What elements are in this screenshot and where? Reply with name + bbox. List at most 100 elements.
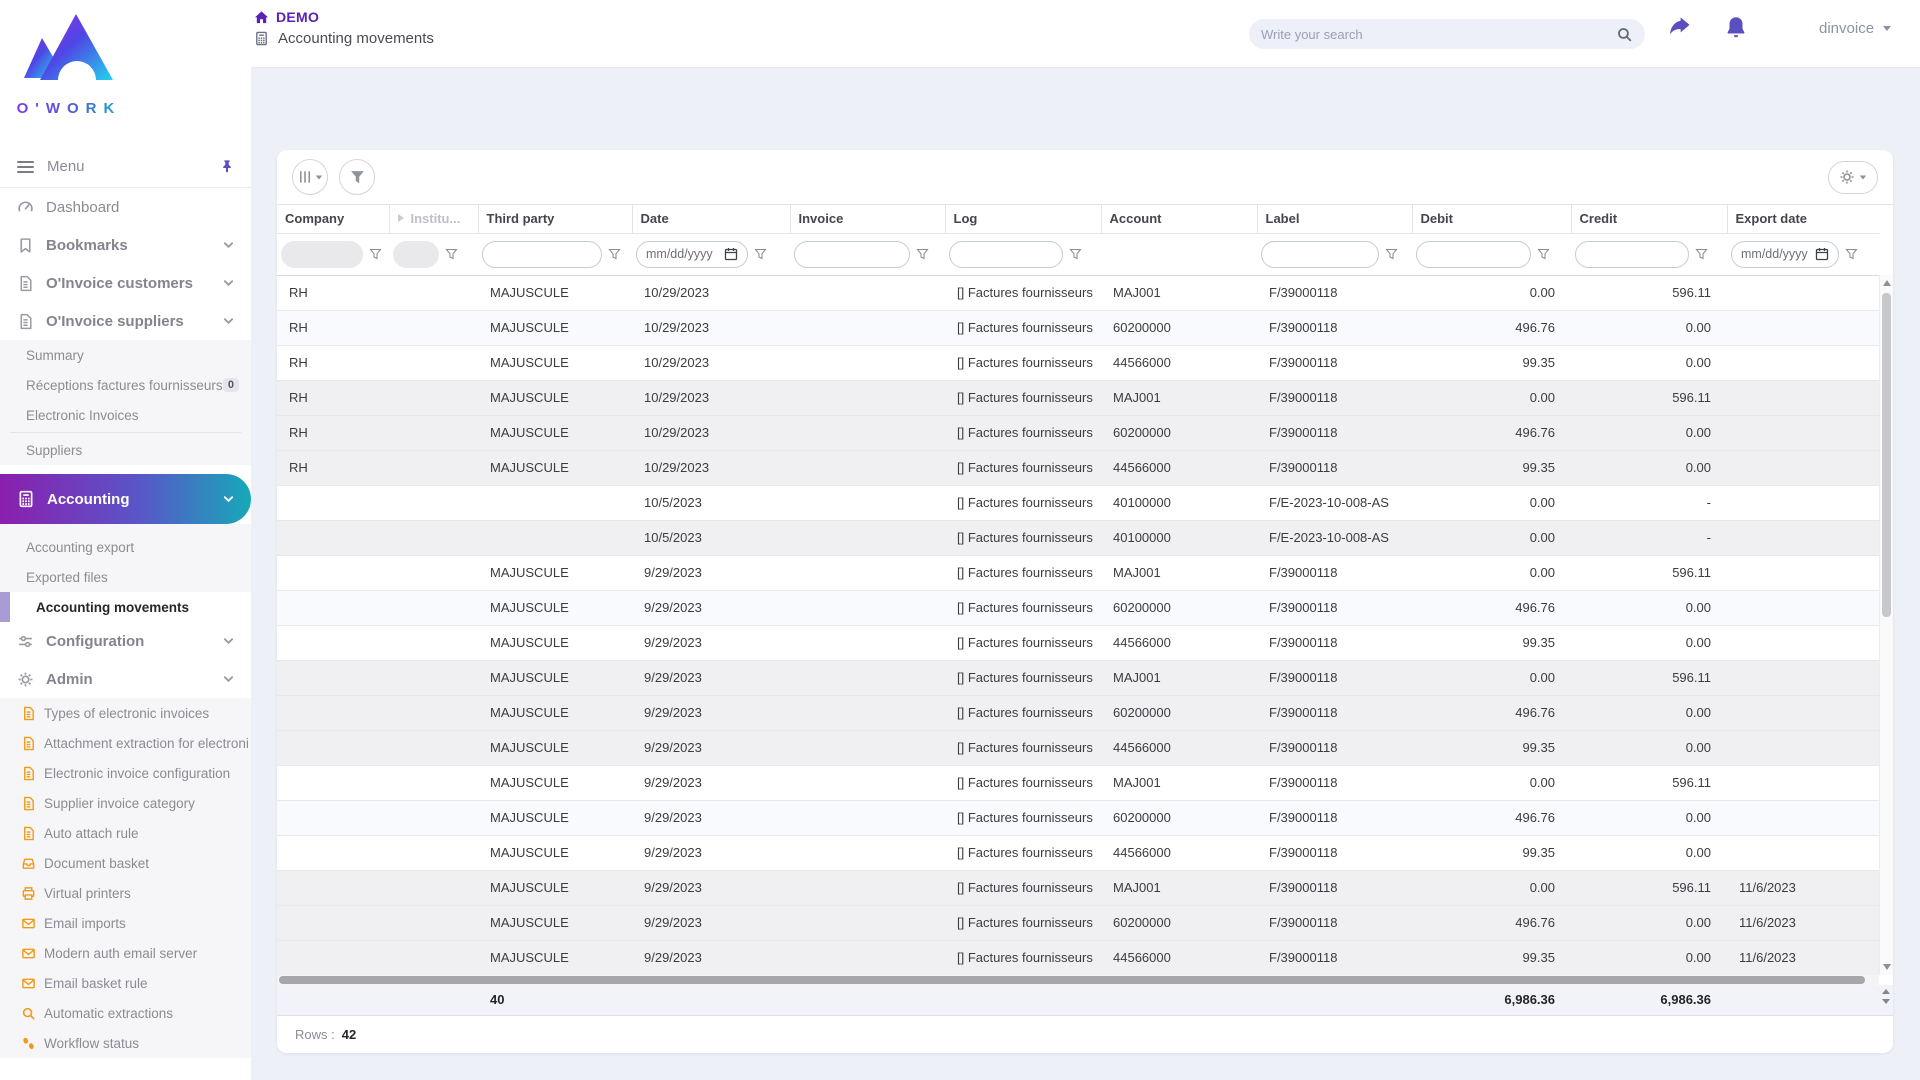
- filter-funnel-icon[interactable]: [1385, 248, 1398, 261]
- filter-funnel-icon[interactable]: [369, 248, 382, 261]
- table-row[interactable]: RH MAJUSCULE 10/29/2023 [] Factures four…: [277, 275, 1879, 311]
- breadcrumb-page: Accounting movements: [254, 30, 434, 47]
- filter-button[interactable]: [339, 159, 375, 195]
- calendar-icon[interactable]: [1815, 247, 1829, 261]
- notifications-button[interactable]: [1723, 14, 1749, 40]
- filter-funnel-icon[interactable]: [445, 248, 458, 261]
- breadcrumb-app[interactable]: DEMO: [254, 9, 434, 25]
- sidebar-item-configuration[interactable]: Configuration: [0, 622, 251, 660]
- scrollbar-thumb[interactable]: [1882, 293, 1891, 617]
- filter-input-invoice[interactable]: [804, 247, 900, 261]
- table-row[interactable]: MAJUSCULE 9/29/2023 [] Factures fourniss…: [277, 695, 1879, 731]
- filter-date-input[interactable]: [1741, 247, 1811, 261]
- table-row[interactable]: MAJUSCULE 9/29/2023 [] Factures fourniss…: [277, 555, 1879, 591]
- sidebar-item-suppliers[interactable]: Suppliers: [0, 435, 251, 465]
- sidebar-item-receptions[interactable]: Réceptions factures fournisseurs 0: [0, 370, 251, 400]
- calendar-icon[interactable]: [724, 247, 738, 261]
- sidebar-item-oinvoice-customers[interactable]: O'Invoice customers: [0, 264, 251, 302]
- table-row[interactable]: MAJUSCULE 9/29/2023 [] Factures fourniss…: [277, 905, 1879, 941]
- column-header-invoice[interactable]: Invoice: [790, 205, 946, 234]
- sidebar-item-dashboard[interactable]: Dashboard: [0, 188, 251, 226]
- filter-input-third-party[interactable]: [492, 247, 592, 261]
- pin-sidebar-icon[interactable]: [220, 159, 234, 174]
- table-row[interactable]: MAJUSCULE 9/29/2023 [] Factures fourniss…: [277, 765, 1879, 801]
- table-row[interactable]: MAJUSCULE 9/29/2023 [] Factures fourniss…: [277, 800, 1879, 836]
- sidebar-item-electronic-invoice-configuration[interactable]: Electronic invoice configuration: [0, 758, 251, 788]
- table-row[interactable]: RH MAJUSCULE 10/29/2023 [] Factures four…: [277, 415, 1879, 451]
- scroll-up-arrow-icon[interactable]: [1882, 989, 1890, 994]
- settings-button[interactable]: [1828, 160, 1878, 194]
- totals-scroll-arrows[interactable]: [1882, 989, 1890, 1004]
- column-header-log[interactable]: Log: [945, 205, 1102, 234]
- sidebar-item-accounting[interactable]: Accounting: [0, 474, 251, 524]
- sidebar-item-types-electronic-invoices[interactable]: Types of electronic invoices: [0, 698, 251, 728]
- menu-toggle[interactable]: Menu: [0, 146, 251, 188]
- table-row[interactable]: MAJUSCULE 9/29/2023 [] Factures fourniss…: [277, 625, 1879, 661]
- table-row[interactable]: 10/5/2023 [] Factures fournisseurs 40100…: [277, 520, 1879, 556]
- sidebar-item-admin[interactable]: Admin: [0, 660, 251, 698]
- table-row[interactable]: MAJUSCULE 9/29/2023 [] Factures fourniss…: [277, 940, 1879, 976]
- triangle-right-icon[interactable]: [397, 214, 404, 223]
- sidebar-item-oinvoice-suppliers[interactable]: O'Invoice suppliers: [0, 302, 251, 340]
- sidebar-item-modern-auth-email-server[interactable]: Modern auth email server: [0, 938, 251, 968]
- column-header-date[interactable]: Date: [632, 205, 791, 234]
- table-row[interactable]: RH MAJUSCULE 10/29/2023 [] Factures four…: [277, 380, 1879, 416]
- column-header-credit[interactable]: Credit: [1571, 205, 1728, 234]
- table-row[interactable]: RH MAJUSCULE 10/29/2023 [] Factures four…: [277, 345, 1879, 381]
- scroll-up-arrow-icon[interactable]: [1883, 280, 1891, 286]
- sidebar-item-exported-files[interactable]: Exported files: [0, 562, 251, 592]
- column-header-debit[interactable]: Debit: [1412, 205, 1572, 234]
- columns-button[interactable]: [292, 159, 328, 195]
- filter-funnel-icon[interactable]: [1845, 248, 1858, 261]
- filter-funnel-icon[interactable]: [1695, 248, 1708, 261]
- sidebar-item-virtual-printers[interactable]: Virtual printers: [0, 878, 251, 908]
- filter-input-label[interactable]: [1271, 247, 1369, 261]
- sidebar-item-automatic-extractions[interactable]: Automatic extractions: [0, 998, 251, 1028]
- sidebar-item-accounting-export[interactable]: Accounting export: [0, 532, 251, 562]
- sidebar-item-email-basket-rule[interactable]: Email basket rule: [0, 968, 251, 998]
- sidebar-item-summary[interactable]: Summary: [0, 340, 251, 370]
- table-row[interactable]: RH MAJUSCULE 10/29/2023 [] Factures four…: [277, 310, 1879, 346]
- scroll-down-arrow-icon[interactable]: [1882, 999, 1890, 1004]
- filter-input-log[interactable]: [959, 247, 1053, 261]
- filter-funnel-icon[interactable]: [916, 248, 929, 261]
- vertical-scrollbar[interactable]: [1879, 275, 1893, 975]
- column-header-company[interactable]: Company: [277, 205, 390, 234]
- search-input[interactable]: [1261, 26, 1616, 42]
- table-row[interactable]: RH MAJUSCULE 10/29/2023 [] Factures four…: [277, 450, 1879, 486]
- column-header-account[interactable]: Account: [1101, 205, 1258, 234]
- sidebar-item-workflow-status[interactable]: Workflow status: [0, 1028, 251, 1058]
- column-header-label[interactable]: Label: [1257, 205, 1413, 234]
- filter-date-input[interactable]: [646, 247, 720, 261]
- sidebar-item-bookmarks[interactable]: Bookmarks: [0, 226, 251, 264]
- sidebar-item-electronic-invoices[interactable]: Electronic Invoices: [0, 400, 251, 430]
- scroll-down-arrow-icon[interactable]: [1883, 964, 1891, 970]
- table-row[interactable]: MAJUSCULE 9/29/2023 [] Factures fourniss…: [277, 835, 1879, 871]
- sidebar-item-document-basket[interactable]: Document basket: [0, 848, 251, 878]
- filter-funnel-icon[interactable]: [1537, 248, 1550, 261]
- sidebar-item-accounting-movements[interactable]: Accounting movements: [0, 592, 251, 622]
- table-row[interactable]: MAJUSCULE 9/29/2023 [] Factures fourniss…: [277, 870, 1879, 906]
- column-header-export-date[interactable]: Export date: [1727, 205, 1879, 234]
- filter-input-credit[interactable]: [1585, 247, 1679, 261]
- filter-funnel-icon[interactable]: [754, 248, 767, 261]
- table-row[interactable]: 10/5/2023 [] Factures fournisseurs 40100…: [277, 485, 1879, 521]
- scrollbar-thumb[interactable]: [279, 976, 1865, 984]
- table-row[interactable]: MAJUSCULE 9/29/2023 [] Factures fourniss…: [277, 660, 1879, 696]
- filter-funnel-icon[interactable]: [608, 248, 621, 261]
- sidebar-item-email-imports[interactable]: Email imports: [0, 908, 251, 938]
- user-menu[interactable]: dinvoice: [1819, 20, 1892, 37]
- search-icon[interactable]: [1616, 26, 1633, 43]
- sidebar-item-auto-attach-rule[interactable]: Auto attach rule: [0, 818, 251, 848]
- filter-input-debit[interactable]: [1426, 247, 1521, 261]
- sidebar-item-supplier-invoice-category[interactable]: Supplier invoice category: [0, 788, 251, 818]
- column-header-third-party[interactable]: Third party: [478, 205, 633, 234]
- share-button[interactable]: [1667, 15, 1693, 41]
- sidebar-item-attachment-extraction[interactable]: Attachment extraction for electroni: [0, 728, 251, 758]
- cell-date: 9/29/2023: [632, 765, 790, 801]
- column-header-institution[interactable]: Institu...: [389, 205, 479, 234]
- table-row[interactable]: MAJUSCULE 9/29/2023 [] Factures fourniss…: [277, 590, 1879, 626]
- horizontal-scrollbar[interactable]: [277, 975, 1879, 985]
- table-row[interactable]: MAJUSCULE 9/29/2023 [] Factures fourniss…: [277, 730, 1879, 766]
- filter-funnel-icon[interactable]: [1069, 248, 1082, 261]
